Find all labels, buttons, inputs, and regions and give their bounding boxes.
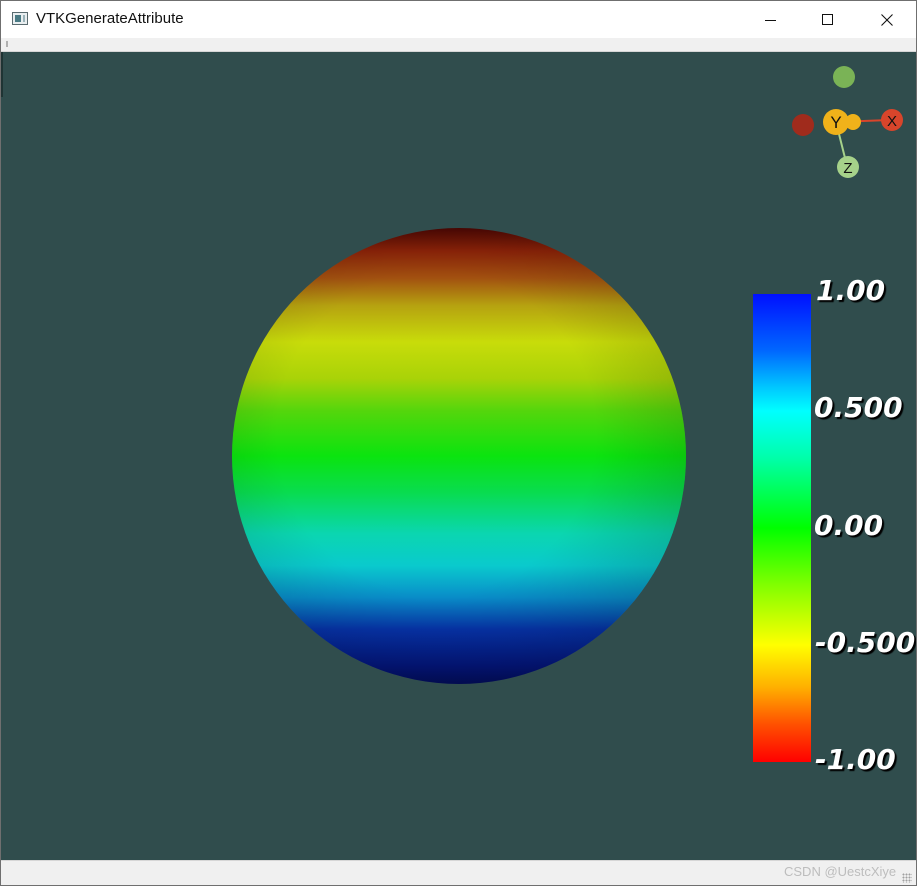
watermark-text: CSDN @UestcXiye (784, 864, 897, 879)
x-axis-label: X (887, 113, 897, 130)
colored-sphere[interactable] (232, 228, 686, 684)
neg-x-axis-marker (792, 114, 814, 136)
z-axis-label: Z (843, 160, 852, 177)
status-bar: CSDN @UestcXiye (1, 860, 916, 885)
window-title: VTKGenerateAttribute (36, 10, 184, 27)
toolbar-strip (1, 38, 916, 52)
orientation-axes-widget[interactable]: Y X Z (786, 62, 911, 187)
neg-z-axis-marker (833, 66, 855, 88)
viewport-edge (1, 52, 3, 97)
scalar-bar-tick-label: 1.00 (816, 274, 886, 307)
minimize-button[interactable] (742, 1, 800, 38)
maximize-button[interactable] (799, 1, 857, 38)
scalar-bar-tick-label: -1.00 (815, 743, 896, 776)
render-viewport[interactable]: 1.00 0.500 0.00 -0.500 -1.00 Y X Z (1, 52, 916, 860)
resize-grip-icon[interactable] (902, 873, 912, 883)
toolbar-grip-icon[interactable] (6, 41, 8, 47)
minimize-icon (765, 19, 776, 21)
scalar-bar-tick-label: -0.500 (815, 626, 916, 659)
scalar-bar (753, 294, 811, 762)
close-button[interactable] (858, 1, 916, 38)
title-bar[interactable]: VTKGenerateAttribute (1, 1, 916, 38)
sphere-shading (232, 228, 686, 684)
y-axis-label: Y (830, 113, 841, 132)
scalar-bar-tick-label: 0.00 (814, 509, 884, 542)
close-icon (881, 13, 893, 26)
maximize-icon (822, 13, 833, 25)
app-window-icon[interactable] (12, 12, 28, 25)
app-window: VTKGenerateAttribute 1.00 0.500 0.00 -0.… (0, 0, 917, 886)
scalar-bar-tick-label: 0.500 (814, 391, 903, 424)
